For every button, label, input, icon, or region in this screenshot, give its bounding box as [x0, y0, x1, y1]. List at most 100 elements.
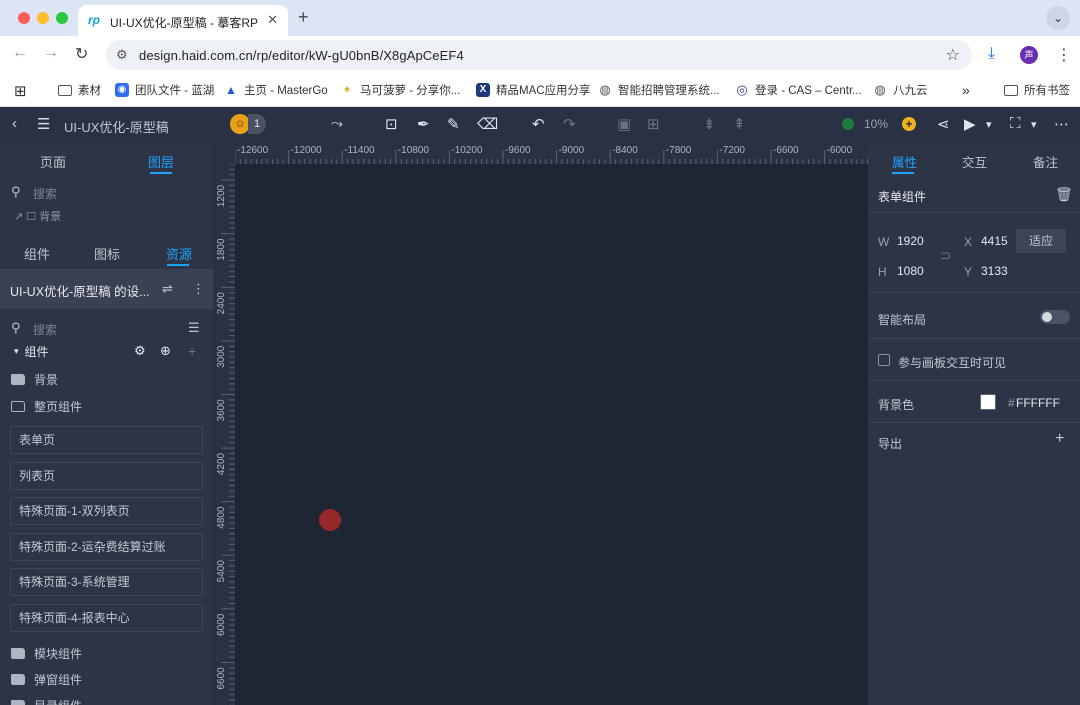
maximize-window-button[interactable] — [56, 12, 68, 24]
preview-play-icon[interactable]: ▶ — [964, 115, 976, 133]
distribute-top-icon[interactable]: ⇞ — [733, 115, 746, 133]
tab-pages[interactable]: 页面 — [40, 152, 66, 171]
component-item[interactable]: 特殊页面-1-双列表页 — [10, 497, 203, 525]
fullscreen-dropdown-icon[interactable]: ▾ — [1031, 118, 1037, 131]
folder-row[interactable]: 整页组件 — [0, 395, 213, 417]
tab-properties[interactable]: 属性 — [892, 152, 917, 171]
folder-icon — [11, 647, 25, 659]
profile-avatar[interactable]: 声 — [1020, 46, 1038, 64]
tab-layers[interactable]: 图层 — [148, 152, 174, 171]
tab-icons[interactable]: 图标 — [94, 244, 120, 263]
list-view-icon[interactable]: ☰ — [188, 320, 200, 336]
bookmark-item[interactable]: ▲ 主页 - MasterGo — [224, 82, 328, 98]
component-item[interactable]: 特殊页面-2-运杂费结算过账 — [10, 533, 203, 561]
forward-button[interactable]: → — [43, 44, 59, 62]
download-icon[interactable]: ⤓ — [988, 45, 995, 63]
bookmark-item[interactable]: ◉ 团队文件 - 蓝湖 — [115, 82, 214, 98]
zoom-level[interactable]: 10% — [864, 117, 888, 131]
group-row[interactable]: ▾ 组件 ⚙ ⊕ + — [0, 340, 213, 362]
bookmark-item[interactable]: ◎ 登录 - CAS – Centr... — [735, 82, 861, 98]
artboard-tool-icon[interactable]: ⊡ — [385, 115, 398, 133]
add-icon[interactable]: + — [188, 343, 196, 359]
browser-tab[interactable]: rp UI-UX优化-原型稿 - 摹客RP ✕ — [78, 5, 288, 36]
distribute-vertical-icon[interactable]: ⇟ — [703, 115, 716, 133]
layer-search-input[interactable]: 搜索 — [33, 185, 57, 202]
library-more-icon[interactable]: ⋮ — [192, 281, 205, 297]
folder-row[interactable]: 背景 — [0, 368, 213, 390]
collaborator-avatar[interactable]: ☺ — [230, 114, 250, 134]
bookmark-star-icon[interactable]: ☆ — [946, 45, 960, 65]
folder-row[interactable]: 弹窗组件 — [0, 668, 213, 690]
upgrade-plus-icon[interactable]: + — [902, 117, 916, 131]
bookmark-item[interactable]: ◍ 八九云 — [873, 82, 927, 98]
rp-favicon-icon: rp — [88, 13, 100, 27]
ruler-label: -8400 — [612, 145, 638, 156]
interaction-visible-checkbox[interactable] — [878, 354, 890, 366]
address-bar[interactable]: ⚙ design.haid.com.cn/rp/editor/kW-gU0bnB… — [106, 40, 972, 70]
background-color-input[interactable]: FFFFFF — [1016, 396, 1060, 410]
collaborator-count[interactable]: 1 — [248, 114, 266, 134]
library-search-input[interactable]: 搜索 — [33, 321, 57, 338]
tab-close-icon[interactable]: ✕ — [267, 12, 278, 28]
height-input[interactable]: 1080 — [897, 264, 924, 278]
layer-item-partial[interactable]: ↗ ☐ 背景 — [14, 208, 61, 224]
tab-resources[interactable]: 资源 — [166, 244, 192, 263]
bookmark-item[interactable]: ◍ 智能招聘管理系统... — [598, 82, 719, 98]
y-input[interactable]: 3133 — [981, 264, 1008, 278]
bookmark-item[interactable]: X 精品MAC应用分享 — [476, 82, 591, 98]
tab-components[interactable]: 组件 — [24, 244, 50, 263]
fullscreen-icon[interactable]: ⛶ — [1010, 115, 1021, 132]
tab-title: UI-UX优化-原型稿 - 摹客RP — [110, 16, 258, 30]
site-settings-icon[interactable]: ⚙ — [116, 47, 128, 63]
add-export-icon[interactable]: + — [1055, 430, 1064, 448]
component-item[interactable]: 表单页 — [10, 426, 203, 454]
component-item[interactable]: 特殊页面-3-系统管理 — [10, 568, 203, 596]
bookmarks-overflow-button[interactable]: » — [962, 82, 970, 98]
group-icon[interactable]: ▣ — [617, 115, 631, 133]
more-options-icon[interactable]: ⋯ — [1054, 115, 1069, 133]
back-button[interactable]: ← — [12, 44, 28, 62]
library-header[interactable]: UI-UX优化-原型稿 的设... ⇌ ⋮ — [0, 269, 213, 309]
x-input[interactable]: 4415 — [981, 234, 1008, 248]
browser-menu-icon[interactable]: ⋮ — [1056, 45, 1072, 65]
undo-icon[interactable]: ↶ — [532, 115, 545, 133]
share-icon[interactable]: ⋖ — [937, 115, 950, 133]
tab-interaction[interactable]: 交互 — [962, 152, 987, 171]
width-input[interactable]: 1920 — [897, 234, 924, 248]
reload-button[interactable]: ↻ — [75, 44, 88, 64]
all-bookmarks-item[interactable]: 所有书签 — [1004, 82, 1070, 98]
smart-layout-toggle[interactable] — [1040, 310, 1070, 324]
bookmark-item[interactable]: ♠ 马可菠萝 - 分享你... — [340, 82, 460, 98]
connector-tool-icon[interactable]: ⤳ — [331, 115, 343, 132]
apps-grid-icon[interactable]: ⊞ — [14, 82, 27, 100]
switch-library-icon[interactable]: ⇌ — [162, 281, 173, 297]
tab-search-button[interactable]: ⌄ — [1046, 6, 1070, 30]
design-canvas[interactable] — [235, 164, 868, 705]
settings-icon[interactable]: ⚙ — [134, 343, 146, 359]
active-tab-indicator — [150, 172, 172, 174]
background-color-swatch[interactable] — [980, 394, 996, 410]
minimize-window-button[interactable] — [37, 12, 49, 24]
component-item[interactable]: 特殊页面-4-报表中心 — [10, 604, 203, 632]
redo-icon[interactable]: ↷ — [563, 115, 576, 133]
horizontal-ruler[interactable]: -12600 -12000 -11400 -10800 -10200 -9600 -9000… — [235, 142, 868, 164]
bookmark-item[interactable]: 素材 — [58, 82, 101, 98]
component-item[interactable]: 列表页 — [10, 462, 203, 490]
preview-dropdown-icon[interactable]: ▾ — [986, 118, 992, 131]
trash-icon[interactable]: 🗑 — [1055, 186, 1073, 203]
folder-row[interactable]: 模块组件 — [0, 642, 213, 664]
back-icon[interactable]: ‹ — [12, 115, 17, 132]
tab-notes[interactable]: 备注 — [1033, 152, 1058, 171]
pencil-tool-icon[interactable]: ✎ — [447, 115, 460, 133]
close-window-button[interactable] — [18, 12, 30, 24]
fit-button[interactable]: 适应 — [1016, 229, 1066, 253]
lock-ratio-icon[interactable]: ⊃ — [940, 240, 952, 270]
menu-icon[interactable]: ☰ — [37, 115, 50, 133]
pen-tool-icon[interactable]: ✒ — [417, 115, 430, 133]
vertical-ruler[interactable]: 1200 1800 2400 3000 3600 4200 4800 5400 6000 6600 — [213, 164, 235, 705]
new-tab-button[interactable]: + — [298, 7, 309, 28]
ungroup-icon[interactable]: ⊞ — [647, 115, 660, 133]
eraser-tool-icon[interactable]: ⌫ — [477, 115, 498, 133]
add-folder-icon[interactable]: ⊕ — [160, 343, 171, 359]
folder-row[interactable]: 目录组件 — [0, 694, 213, 705]
